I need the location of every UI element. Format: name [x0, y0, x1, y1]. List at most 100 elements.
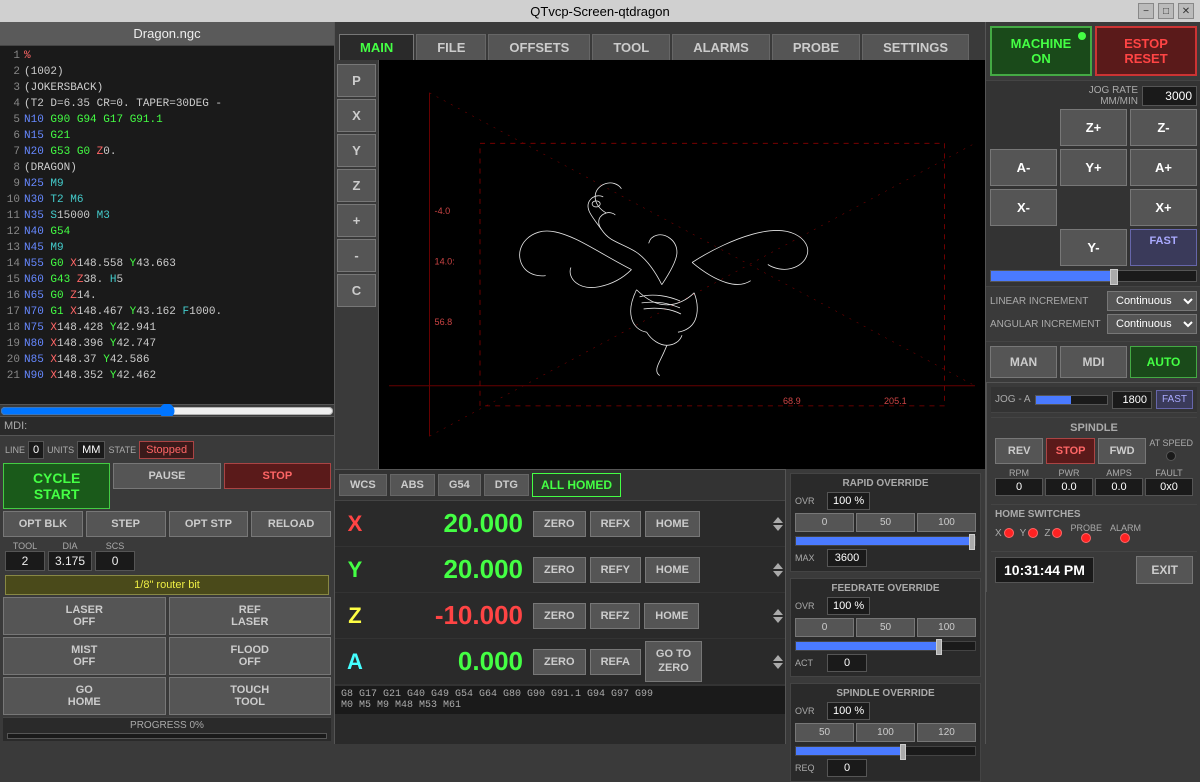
- touch-tool-button[interactable]: TOUCHTOOL: [169, 677, 332, 715]
- step-button[interactable]: STEP: [86, 511, 166, 537]
- jog-slider-track[interactable]: [990, 270, 1197, 282]
- dro-tab-dtg[interactable]: DTG: [484, 474, 529, 496]
- list-item: 20 N85 X148.37 Y42.586: [2, 352, 332, 368]
- jog-z-minus-button[interactable]: Z-: [1130, 109, 1197, 146]
- horizontal-scrollbar[interactable]: [0, 404, 334, 416]
- rapid-0-button[interactable]: 0: [795, 513, 854, 532]
- machine-on-button[interactable]: MACHINE ON: [990, 26, 1092, 76]
- minimize-button[interactable]: −: [1138, 3, 1154, 19]
- refy-button[interactable]: REFY: [590, 557, 641, 583]
- feedrate-override-block: FEEDRATE OVERRIDE OVR 100 % 0 50 100: [790, 578, 981, 677]
- spindle-100-button[interactable]: 100: [856, 723, 915, 742]
- exit-button[interactable]: EXIT: [1136, 556, 1193, 584]
- reload-button[interactable]: RELOAD: [251, 511, 331, 537]
- list-item: 9 N25 M9: [2, 176, 332, 192]
- jog-x-plus-button[interactable]: X+: [1130, 189, 1197, 226]
- list-item: 4 (T2 D=6.35 CR=0. TAPER=30DEG -: [2, 96, 332, 112]
- zero-x-button[interactable]: ZERO: [533, 511, 586, 537]
- toolpath-svg: 56.8 -4.0 14.0: 68.9 205.1: [379, 60, 985, 469]
- view-x-button[interactable]: X: [337, 99, 376, 132]
- list-item: 6 N15 G21: [2, 128, 332, 144]
- gcode-display: G8 G17 G21 G40 G49 G54 G64 G80 G90 G91.1…: [335, 685, 785, 714]
- jog-z-plus-button[interactable]: Z+: [1060, 109, 1127, 146]
- feedrate-50-button[interactable]: 50: [856, 618, 915, 637]
- mist-off-button[interactable]: MISTOFF: [3, 637, 166, 675]
- jog-rate-input[interactable]: [1142, 86, 1197, 106]
- spindle-req-value: 0: [827, 759, 867, 777]
- home-z-button[interactable]: HOME: [644, 603, 699, 629]
- feedrate-override-track[interactable]: [795, 641, 976, 651]
- tab-settings[interactable]: SETTINGS: [862, 34, 969, 60]
- zero-y-button[interactable]: ZERO: [533, 557, 586, 583]
- feedrate-0-button[interactable]: 0: [795, 618, 854, 637]
- refz-button[interactable]: REFZ: [590, 603, 641, 629]
- dro-tab-wcs[interactable]: WCS: [339, 474, 387, 496]
- refa-button[interactable]: REFA: [590, 649, 641, 675]
- rapid-override-track[interactable]: [795, 536, 976, 546]
- view-zoom-in-button[interactable]: +: [337, 204, 376, 237]
- tab-tool[interactable]: TOOL: [592, 34, 670, 60]
- jog-a-fast-button[interactable]: FAST: [1156, 390, 1193, 409]
- jog-y-plus-button[interactable]: Y+: [1060, 149, 1127, 186]
- spindle-rev-button[interactable]: REV: [995, 438, 1043, 464]
- view-y-button[interactable]: Y: [337, 134, 376, 167]
- jog-y-minus-button[interactable]: Y-: [1060, 229, 1127, 266]
- feedrate-100-button[interactable]: 100: [917, 618, 976, 637]
- mdi-mode-button[interactable]: MDI: [1060, 346, 1127, 378]
- go-home-button[interactable]: GOHOME: [3, 677, 166, 715]
- spindle-override-track[interactable]: [795, 746, 976, 756]
- linear-increment-select[interactable]: Continuous 0.001 0.01 0.1 1.0: [1107, 291, 1197, 311]
- tab-offsets[interactable]: OFFSETS: [488, 34, 590, 60]
- dro-tab-g54[interactable]: G54: [438, 474, 481, 496]
- man-mode-button[interactable]: MAN: [990, 346, 1057, 378]
- flood-off-button[interactable]: FLOODOFF: [169, 637, 332, 675]
- go-to-zero-button[interactable]: GO TOZERO: [645, 641, 702, 681]
- cycle-start-button[interactable]: CYCLESTART: [3, 463, 110, 509]
- rapid-50-button[interactable]: 50: [856, 513, 915, 532]
- spindle-pwr-value: 0.0: [1045, 478, 1093, 496]
- dro-tabs: WCS ABS G54 DTG ALL HOMED: [335, 470, 785, 501]
- spindle-stop-button[interactable]: STOP: [1046, 438, 1094, 464]
- progress-label: PROGRESS 0%: [7, 720, 327, 731]
- mode-buttons: MAN MDI AUTO: [986, 341, 1200, 382]
- tab-probe[interactable]: PROBE: [772, 34, 860, 60]
- refx-button[interactable]: REFX: [590, 511, 641, 537]
- close-button[interactable]: ✕: [1178, 3, 1194, 19]
- ref-laser-button[interactable]: REFLASER: [169, 597, 332, 635]
- view-c-button[interactable]: C: [337, 274, 376, 307]
- stop-button[interactable]: STOP: [224, 463, 331, 489]
- jog-fast-button[interactable]: FAST: [1130, 229, 1197, 266]
- linear-increment-label: LINEAR INCREMENT: [990, 296, 1088, 307]
- home-x-button[interactable]: HOME: [645, 511, 700, 537]
- jog-x-minus-button[interactable]: X-: [990, 189, 1057, 226]
- spindle-fwd-button[interactable]: FWD: [1098, 438, 1146, 464]
- mdi-bar: MDI:: [0, 416, 334, 435]
- maximize-button[interactable]: □: [1158, 3, 1174, 19]
- view-p-button[interactable]: P: [337, 64, 376, 97]
- auto-mode-button[interactable]: AUTO: [1130, 346, 1197, 378]
- jog-a-track[interactable]: [1035, 395, 1108, 405]
- pause-button[interactable]: PAUSE: [113, 463, 220, 489]
- jog-a-plus-button[interactable]: A+: [1130, 149, 1197, 186]
- spindle-override-block: SPINDLE OVERRIDE OVR 100 % 50 100 120: [790, 683, 981, 782]
- jog-a-minus-button[interactable]: A-: [990, 149, 1057, 186]
- zero-a-button[interactable]: ZERO: [533, 649, 586, 675]
- spindle-50-button[interactable]: 50: [795, 723, 854, 742]
- opt-stp-button[interactable]: OPT STP: [169, 511, 249, 537]
- tab-main[interactable]: MAIN: [339, 34, 414, 60]
- tab-alarms[interactable]: ALARMS: [672, 34, 770, 60]
- view-z-button[interactable]: Z: [337, 169, 376, 202]
- estop-reset-button[interactable]: ESTOP RESET: [1095, 26, 1197, 76]
- dro-tab-abs[interactable]: ABS: [390, 474, 435, 496]
- rapid-100-button[interactable]: 100: [917, 513, 976, 532]
- spindle-fault-value: 0x0: [1145, 478, 1193, 496]
- view-zoom-out-button[interactable]: -: [337, 239, 376, 272]
- tab-file[interactable]: FILE: [416, 34, 486, 60]
- opt-blk-button[interactable]: OPT BLK: [3, 511, 83, 537]
- angular-increment-select[interactable]: Continuous 0.1 1.0 10.0: [1107, 314, 1197, 334]
- laser-off-button[interactable]: LASEROFF: [3, 597, 166, 635]
- home-switch-x-led: [1004, 528, 1014, 538]
- home-y-button[interactable]: HOME: [645, 557, 700, 583]
- zero-z-button[interactable]: ZERO: [533, 603, 586, 629]
- spindle-120-button[interactable]: 120: [917, 723, 976, 742]
